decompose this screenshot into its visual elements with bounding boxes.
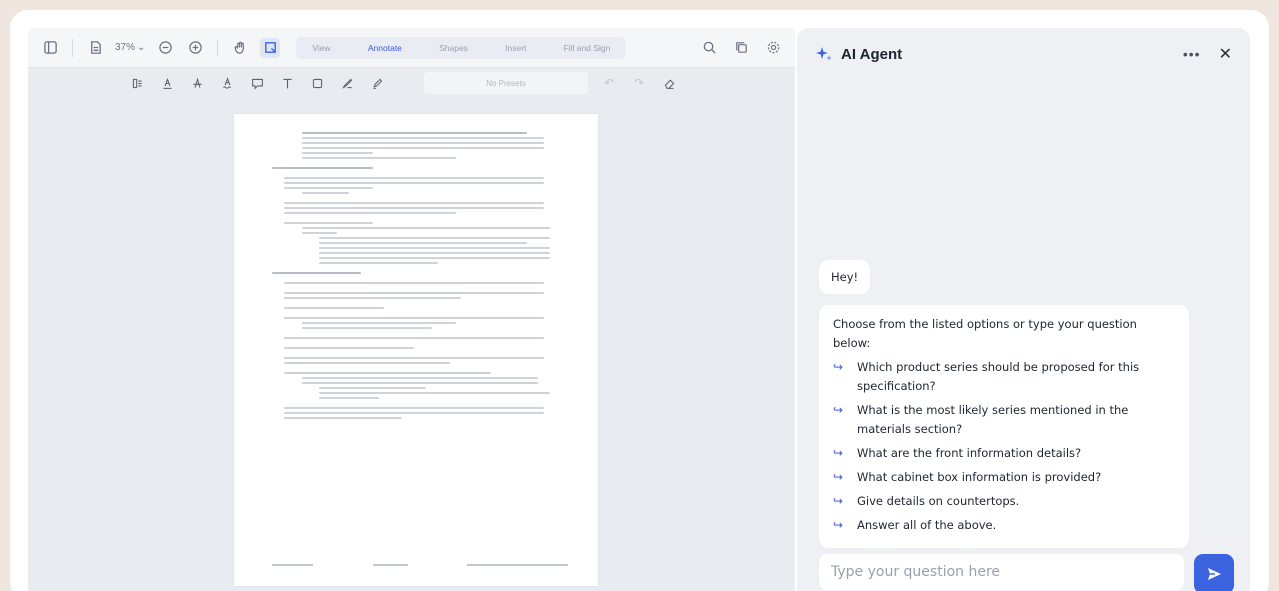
- settings-icon[interactable]: [763, 38, 783, 58]
- copy-icon[interactable]: [731, 38, 751, 58]
- file-icon[interactable]: [85, 38, 105, 58]
- shape-icon[interactable]: [308, 74, 326, 92]
- zoom-in-icon[interactable]: [185, 38, 205, 58]
- option-item[interactable]: ↪ What are the front information details…: [833, 444, 1175, 463]
- close-icon[interactable]: ✕: [1219, 44, 1232, 64]
- sparkle-icon: [816, 47, 832, 61]
- mode-tabs: View Annotate Shapes Insert Fill and Sig…: [296, 36, 627, 59]
- app-frame: 37% ⌄ View Annotate Shapes Insert Fill a…: [10, 10, 1269, 591]
- tab-insert[interactable]: Insert: [493, 43, 538, 53]
- annotate-toolbar: No Presets ↶ ↷: [28, 68, 795, 98]
- option-text: What is the most likely series mentioned…: [857, 403, 1129, 436]
- agent-title: AI Agent: [841, 45, 903, 63]
- tab-fill-and-sign[interactable]: Fill and Sign: [552, 43, 623, 53]
- option-item[interactable]: ↪ Which product series should be propose…: [833, 358, 1175, 396]
- tab-annotate[interactable]: Annotate: [356, 43, 414, 53]
- search-icon[interactable]: [699, 38, 719, 58]
- arrow-icon: ↪: [833, 494, 844, 508]
- text-icon[interactable]: [278, 74, 296, 92]
- question-input[interactable]: [819, 554, 1184, 590]
- redo-icon[interactable]: ↷: [630, 74, 648, 92]
- chevron-down-icon: ⌄: [137, 42, 146, 53]
- marker-icon[interactable]: [368, 74, 386, 92]
- strikethrough-icon[interactable]: [188, 74, 206, 92]
- ai-agent-panel: AI Agent ••• ✕ Hey! Choose from the list…: [797, 28, 1250, 591]
- arrow-icon: ↪: [833, 360, 844, 374]
- document-canvas[interactable]: [28, 98, 795, 591]
- option-text: What are the front information details?: [857, 446, 1082, 460]
- option-text: Answer all of the above.: [857, 518, 997, 532]
- zoom-select[interactable]: 37% ⌄: [115, 42, 145, 53]
- select-icon[interactable]: [260, 37, 281, 58]
- eraser-icon[interactable]: [660, 74, 678, 92]
- preset-select[interactable]: No Presets: [424, 72, 588, 94]
- option-text: Give details on countertops.: [857, 494, 1020, 508]
- agent-header: AI Agent ••• ✕: [797, 28, 1250, 80]
- pan-hand-icon[interactable]: [230, 38, 250, 58]
- comment-icon[interactable]: [248, 74, 266, 92]
- toolbar-divider: [72, 38, 73, 57]
- option-text: What cabinet box information is provided…: [857, 470, 1102, 484]
- main-toolbar: 37% ⌄ View Annotate Shapes Insert Fill a…: [28, 28, 795, 68]
- options-message: Choose from the listed options or type y…: [819, 305, 1189, 548]
- toolbar-divider: [217, 38, 219, 57]
- option-text: Which product series should be proposed …: [857, 360, 1140, 393]
- document-viewer: 37% ⌄ View Annotate Shapes Insert Fill a…: [28, 28, 795, 591]
- arrow-icon: ↪: [833, 403, 844, 417]
- sidebar-toggle-icon[interactable]: [40, 38, 60, 58]
- option-item[interactable]: ↪ Answer all of the above.: [833, 516, 1175, 535]
- options-intro: Choose from the listed options or type y…: [833, 317, 1137, 350]
- arrow-icon: ↪: [833, 518, 844, 532]
- underline-icon[interactable]: [158, 74, 176, 92]
- document-page: [234, 114, 598, 586]
- pen-icon[interactable]: [338, 74, 356, 92]
- option-item[interactable]: ↪ What is the most likely series mention…: [833, 401, 1175, 439]
- question-input-row: [819, 554, 1234, 591]
- highlight-icon[interactable]: [128, 74, 146, 92]
- tab-view[interactable]: View: [300, 43, 342, 53]
- squiggly-icon[interactable]: [218, 74, 236, 92]
- tab-shapes[interactable]: Shapes: [427, 43, 480, 53]
- greeting-message: Hey!: [819, 260, 871, 294]
- zoom-value: 37%: [115, 42, 136, 53]
- arrow-icon: ↪: [833, 470, 844, 484]
- undo-icon[interactable]: ↶: [600, 74, 618, 92]
- arrow-icon: ↪: [833, 446, 844, 460]
- option-item[interactable]: ↪ Give details on countertops.: [833, 492, 1175, 511]
- send-icon: [1208, 568, 1221, 580]
- send-button[interactable]: [1194, 554, 1234, 591]
- zoom-out-icon[interactable]: [155, 38, 175, 58]
- more-icon[interactable]: •••: [1183, 46, 1201, 62]
- option-item[interactable]: ↪ What cabinet box information is provid…: [833, 468, 1175, 487]
